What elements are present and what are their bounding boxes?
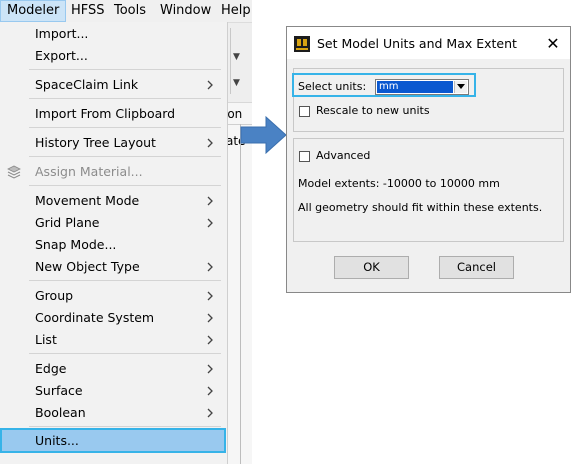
menu-item-list[interactable]: List: [0, 329, 226, 351]
menu-separator: [29, 280, 221, 281]
menu-item-import[interactable]: Import...: [0, 23, 226, 45]
submenu-arrow-icon: [207, 408, 213, 418]
menubar: Modeler HFSS Tools Window Help: [0, 0, 252, 23]
set-model-units-dialog: Set Model Units and Max Extent ✕ Select …: [286, 26, 571, 293]
menu-item-label: Boolean: [35, 405, 86, 420]
menu-tools[interactable]: Tools: [114, 0, 146, 22]
menu-item-label: Import From Clipboard: [35, 106, 176, 121]
menu-item-label: SpaceClaim Link: [35, 77, 139, 92]
application-logo-icon: [294, 36, 310, 52]
submenu-arrow-icon: [207, 386, 213, 396]
menu-item-label: Coordinate System: [35, 310, 155, 325]
menu-item-movement-mode[interactable]: Movement Mode: [0, 190, 226, 212]
ok-button[interactable]: OK: [334, 256, 409, 279]
rescale-label: Rescale to new units: [316, 104, 430, 117]
menu-item-snap-mode[interactable]: Snap Mode...: [0, 234, 226, 256]
menu-separator: [29, 426, 221, 427]
submenu-arrow-icon: [207, 335, 213, 345]
menu-item-label: History Tree Layout: [35, 135, 156, 150]
menu-item-export[interactable]: Export...: [0, 45, 226, 67]
menu-item-label: New Object Type: [35, 259, 140, 274]
menu-window[interactable]: Window: [160, 0, 211, 22]
menu-modeler[interactable]: Modeler: [0, 0, 66, 22]
select-units-label: Select units:: [298, 80, 367, 93]
menu-item-spaceclaim-link[interactable]: SpaceClaim Link: [0, 74, 226, 96]
submenu-arrow-icon: [207, 80, 213, 90]
submenu-arrow-icon: [207, 291, 213, 301]
panel-divider: [240, 124, 241, 464]
submenu-arrow-icon: [207, 262, 213, 272]
menu-item-label: Group: [35, 288, 74, 303]
menu-item-label: Import...: [35, 26, 89, 41]
material-stack-icon: [7, 165, 21, 179]
menu-separator: [29, 98, 221, 99]
menu-item-grid-plane[interactable]: Grid Plane: [0, 212, 226, 234]
menu-item-group[interactable]: Group: [0, 285, 226, 307]
menu-item-assign-material[interactable]: Assign Material...: [0, 161, 226, 183]
menu-item-units[interactable]: Units...: [0, 428, 226, 453]
menu-item-label: Grid Plane: [35, 215, 100, 230]
advanced-checkbox[interactable]: [299, 151, 310, 162]
units-select-value: mm: [377, 81, 453, 93]
menu-item-label: Snap Mode...: [35, 237, 117, 252]
menu-help[interactable]: Help: [221, 0, 251, 22]
menu-item-edge[interactable]: Edge: [0, 358, 226, 380]
menu-item-label: Export...: [35, 48, 88, 63]
submenu-arrow-icon: [207, 196, 213, 206]
toolbar-separator: [230, 28, 231, 94]
menu-item-import-from-clipboard[interactable]: Import From Clipboard: [0, 103, 226, 125]
rescale-checkbox[interactable]: [299, 106, 310, 117]
menu-separator: [29, 353, 221, 354]
menu-item-label: Units...: [35, 433, 79, 448]
menu-item-label: Edge: [35, 361, 67, 376]
submenu-arrow-icon: [207, 218, 213, 228]
menu-separator: [29, 127, 221, 128]
menu-item-boolean[interactable]: Boolean: [0, 402, 226, 424]
units-select[interactable]: mm: [375, 79, 469, 95]
geometry-fit-text: All geometry should fit within these ext…: [298, 201, 543, 214]
submenu-arrow-icon: [207, 313, 213, 323]
menu-item-label: Movement Mode: [35, 193, 140, 208]
close-icon[interactable]: ✕: [543, 34, 563, 54]
menu-item-label: List: [35, 332, 57, 347]
menu-item-history-tree-layout[interactable]: History Tree Layout: [0, 132, 226, 154]
submenu-arrow-icon: [207, 364, 213, 374]
menu-item-surface[interactable]: Surface: [0, 380, 226, 402]
menu-separator: [29, 69, 221, 70]
chevron-down-icon: [457, 84, 465, 89]
menu-separator: [29, 156, 221, 157]
toolbar-dropdown-arrow-icon: ▼: [233, 78, 240, 88]
menu-item-coordinate-system[interactable]: Coordinate System: [0, 307, 226, 329]
model-extents-text: Model extents: -10000 to 10000 mm: [298, 177, 500, 190]
submenu-arrow-icon: [207, 138, 213, 148]
dialog-title: Set Model Units and Max Extent: [317, 36, 517, 51]
menu-item-new-object-type[interactable]: New Object Type: [0, 256, 226, 278]
menu-hfss[interactable]: HFSS: [71, 0, 105, 22]
modeler-dropdown-menu: Import... Export... SpaceClaim Link Impo…: [0, 22, 228, 464]
dropdown-button[interactable]: [454, 81, 467, 93]
cancel-button[interactable]: Cancel: [439, 256, 514, 279]
pointer-arrow-icon: [240, 115, 287, 155]
menu-separator: [29, 185, 221, 186]
dialog-title-bar: Set Model Units and Max Extent ✕: [287, 27, 570, 59]
toolbar-dropdown-arrow-icon: ▼: [233, 52, 240, 62]
menu-item-label: Surface: [35, 383, 83, 398]
menu-item-label: Assign Material...: [35, 164, 143, 179]
advanced-label: Advanced: [316, 149, 371, 162]
